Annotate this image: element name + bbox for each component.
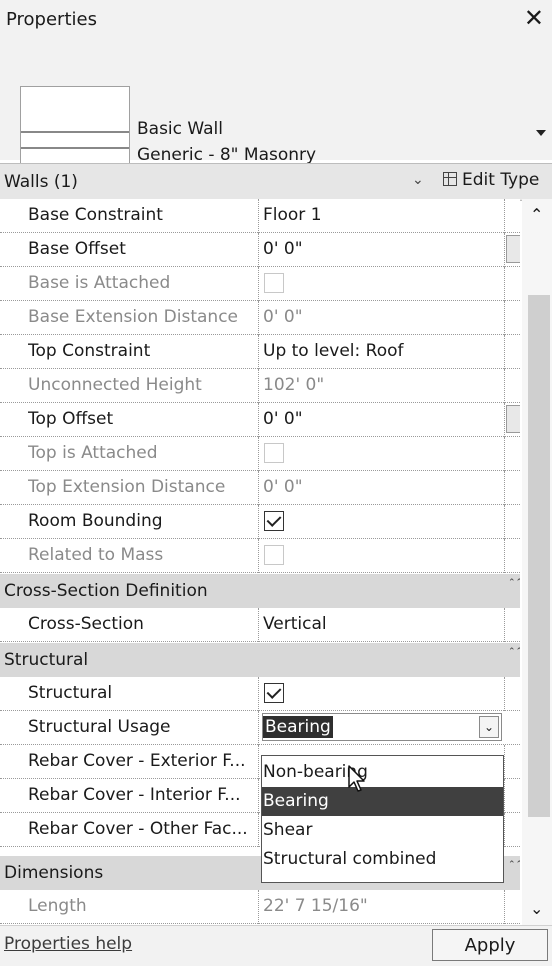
section-title: Dimensions xyxy=(4,863,104,883)
edit-type-icon xyxy=(443,172,457,186)
property-name: Cross-Section xyxy=(28,614,144,634)
collapse-icon[interactable]: ⌃⌃ xyxy=(508,860,520,870)
vertical-scrollbar[interactable]: ⌃ ⌄ xyxy=(522,199,552,925)
property-name: Structural xyxy=(28,683,113,703)
properties-palette: Properties ✕ Basic Wall Generic - 8" Mas… xyxy=(0,0,552,966)
edit-type-button[interactable]: Edit Type xyxy=(443,170,539,190)
property-row: Base is Attached xyxy=(0,267,520,301)
property-name: Unconnected Height xyxy=(28,375,202,395)
property-row[interactable]: Top Constraint Up to level: Roof xyxy=(0,335,520,369)
property-name: Rebar Cover - Other Fac... xyxy=(28,819,248,839)
chevron-down-icon[interactable]: ⌄ xyxy=(479,716,499,738)
instance-filter[interactable]: Walls (1) xyxy=(4,172,78,192)
mouse-cursor-icon xyxy=(348,765,365,792)
checkbox xyxy=(264,443,284,463)
property-row: Related to Mass xyxy=(0,539,520,573)
collapse-icon[interactable]: ⌃⌃ xyxy=(508,578,520,588)
property-name: Base Offset xyxy=(28,239,126,259)
collapse-icon[interactable]: ⌃⌃ xyxy=(508,647,520,657)
property-row: Top is Attached xyxy=(0,437,520,471)
property-row: Unconnected Height 102' 0" xyxy=(0,369,520,403)
property-row[interactable]: Room Bounding xyxy=(0,505,520,539)
dropdown-option[interactable]: Non-bearing xyxy=(262,758,503,787)
property-value[interactable]: Vertical xyxy=(263,608,327,641)
property-name: Base is Attached xyxy=(28,273,171,293)
property-row[interactable]: Base Offset 0' 0" xyxy=(0,233,520,267)
property-row[interactable]: Base Constraint Floor 1 xyxy=(0,199,520,233)
property-value: 0' 0" xyxy=(263,477,303,497)
family-name: Basic Wall xyxy=(137,119,223,139)
row-button[interactable] xyxy=(506,405,520,433)
property-row: Top Extension Distance 0' 0" xyxy=(0,471,520,505)
property-value: 102' 0" xyxy=(263,375,325,395)
property-row: Base Extension Distance 0' 0" xyxy=(0,301,520,335)
palette-title: Properties xyxy=(6,9,97,30)
section-title: Cross-Section Definition xyxy=(4,581,208,601)
property-value: 0' 0" xyxy=(263,307,303,327)
property-value[interactable]: 0' 0" xyxy=(263,403,303,436)
section-header-cross-section[interactable]: Cross-Section Definition ⌃⌃ xyxy=(0,574,520,608)
property-name: Rebar Cover - Interior F... xyxy=(28,785,241,805)
row-button[interactable] xyxy=(506,235,520,263)
apply-button[interactable]: Apply xyxy=(432,929,548,961)
property-name: Rebar Cover - Exterior F... xyxy=(28,751,246,771)
property-name: Top is Attached xyxy=(28,443,158,463)
instance-selector[interactable]: Walls (1) ⌄ Edit Type xyxy=(0,163,552,201)
property-name: Base Constraint xyxy=(28,205,163,225)
type-name: Basic Wall Generic - 8" Masonry xyxy=(137,116,316,168)
property-row[interactable]: Cross-Section Vertical xyxy=(0,608,520,642)
dropdown-option[interactable]: Shear xyxy=(262,816,503,845)
properties-help-link[interactable]: Properties help xyxy=(4,934,132,954)
title-bar: Properties ✕ xyxy=(0,0,552,41)
checkbox xyxy=(264,545,284,565)
property-name: Top Offset xyxy=(28,409,114,429)
scroll-down-icon[interactable]: ⌄ xyxy=(530,899,543,918)
combo-value: Bearing xyxy=(263,716,333,738)
room-bounding-checkbox[interactable] xyxy=(264,511,284,531)
structural-checkbox[interactable] xyxy=(264,683,284,703)
property-name: Top Extension Distance xyxy=(28,477,226,497)
structural-usage-dropdown: Non-bearing Bearing Shear Structural com… xyxy=(261,755,504,883)
section-header-structural[interactable]: Structural ⌃⌃ xyxy=(0,643,520,677)
footer: Properties help Apply xyxy=(0,925,552,966)
type-dropdown-arrow-icon[interactable] xyxy=(536,130,546,136)
chevron-down-icon[interactable]: ⌄ xyxy=(412,172,424,188)
property-row[interactable]: Structural Usage Bearing ⌄ xyxy=(0,711,520,745)
scroll-up-icon[interactable]: ⌃ xyxy=(530,205,543,224)
property-value[interactable]: Floor 1 xyxy=(263,199,322,232)
checkbox xyxy=(264,273,284,293)
property-name: Top Constraint xyxy=(28,341,151,361)
property-name: Base Extension Distance xyxy=(28,307,238,327)
property-row: Length 22' 7 15/16" xyxy=(0,890,520,924)
property-name: Length xyxy=(28,896,87,916)
structural-usage-combo[interactable]: Bearing ⌄ xyxy=(262,713,502,741)
property-value[interactable]: Up to level: Roof xyxy=(263,335,404,368)
property-value[interactable]: 0' 0" xyxy=(263,233,303,266)
dropdown-option[interactable]: Structural combined xyxy=(262,845,503,874)
property-name: Room Bounding xyxy=(28,511,163,531)
property-row[interactable]: Structural xyxy=(0,677,520,711)
section-title: Structural xyxy=(4,650,89,670)
property-value: 22' 7 15/16" xyxy=(263,896,368,916)
edit-type-label: Edit Type xyxy=(462,170,540,190)
property-row[interactable]: Top Offset 0' 0" xyxy=(0,403,520,437)
property-name: Structural Usage xyxy=(28,717,171,737)
scrollbar-thumb[interactable] xyxy=(528,295,550,817)
dropdown-option-selected[interactable]: Bearing xyxy=(262,787,503,816)
property-name: Related to Mass xyxy=(28,545,164,565)
close-icon[interactable]: ✕ xyxy=(524,4,544,32)
type-selector[interactable]: Basic Wall Generic - 8" Masonry xyxy=(0,40,552,196)
